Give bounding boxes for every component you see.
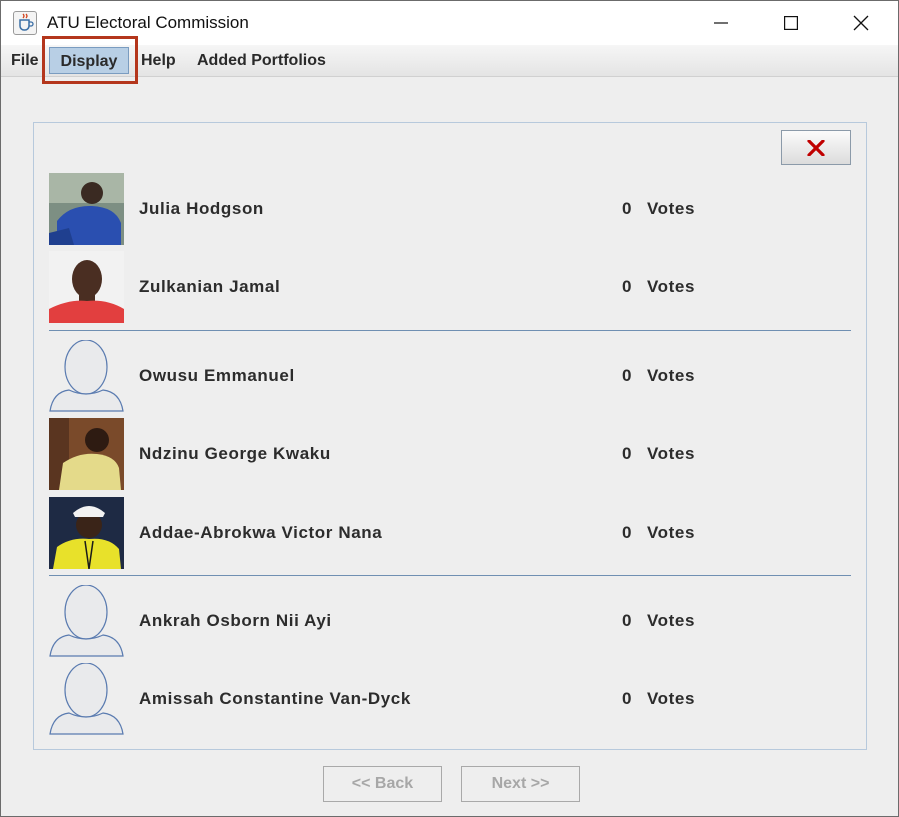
menu-help[interactable]: Help: [141, 45, 176, 76]
votes-label: Votes: [647, 366, 696, 385]
vote-count: 0: [622, 523, 632, 542]
panel-close-button[interactable]: [781, 130, 851, 165]
vote-count: 0: [622, 689, 632, 708]
group-divider: [49, 575, 851, 576]
votes-label: Votes: [647, 523, 696, 542]
candidate-name: Zulkanian Jamal: [139, 277, 281, 296]
candidate-name: Julia Hodgson: [139, 199, 264, 218]
votes-label: Votes: [647, 199, 696, 218]
menu-bar: File Display Help Added Portfolios: [1, 45, 898, 77]
title-bar: ATU Electoral Commission: [1, 1, 898, 45]
group-divider: [49, 330, 851, 331]
minimize-icon: [714, 22, 728, 24]
candidate-row: Zulkanian Jamal 0 Votes: [49, 251, 849, 323]
back-button[interactable]: << Back: [323, 766, 442, 802]
close-icon: [853, 15, 869, 31]
candidate-name: Amissah Constantine Van-Dyck: [139, 689, 411, 708]
votes-label: Votes: [647, 444, 696, 463]
candidate-photo: [49, 173, 124, 245]
vote-count: 0: [622, 444, 632, 463]
votes-label: Votes: [647, 277, 696, 296]
candidate-name: Owusu Emmanuel: [139, 366, 295, 385]
app-window: ATU Electoral Commission File Display He…: [0, 0, 899, 817]
minimize-button[interactable]: [689, 1, 753, 45]
candidate-photo: [49, 497, 124, 569]
candidate-name: Addae-Abrokwa Victor Nana: [139, 523, 383, 542]
java-cup-icon: [13, 11, 37, 35]
menu-added-portfolios[interactable]: Added Portfolios: [197, 45, 326, 76]
vote-count: 0: [622, 199, 632, 218]
default-avatar-icon: [49, 663, 124, 735]
next-button[interactable]: Next >>: [461, 766, 580, 802]
votes-label: Votes: [647, 689, 696, 708]
maximize-button[interactable]: [759, 1, 823, 45]
candidate-row: Ndzinu George Kwaku 0 Votes: [49, 418, 849, 490]
close-window-button[interactable]: [829, 1, 893, 45]
candidate-row: Ankrah Osborn Nii Ayi 0 Votes: [49, 585, 849, 657]
red-x-icon: [807, 139, 825, 156]
menu-file[interactable]: File: [11, 45, 39, 76]
vote-count: 0: [622, 611, 632, 630]
candidate-row: Owusu Emmanuel 0 Votes: [49, 340, 849, 412]
candidate-row: Julia Hodgson 0 Votes: [49, 173, 849, 245]
candidate-photo: [49, 418, 124, 490]
votes-label: Votes: [647, 611, 696, 630]
candidate-name: Ankrah Osborn Nii Ayi: [139, 611, 332, 630]
candidate-row: Addae-Abrokwa Victor Nana 0 Votes: [49, 497, 849, 569]
vote-count: 0: [622, 277, 632, 296]
window-title: ATU Electoral Commission: [47, 13, 249, 32]
default-avatar-icon: [49, 340, 124, 412]
default-avatar-icon: [49, 585, 124, 657]
candidate-row: Amissah Constantine Van-Dyck 0 Votes: [49, 663, 849, 735]
candidate-name: Ndzinu George Kwaku: [139, 444, 331, 463]
vote-count: 0: [622, 366, 632, 385]
menu-display[interactable]: Display: [49, 47, 129, 74]
maximize-icon: [784, 16, 798, 30]
candidate-photo: [49, 251, 124, 323]
